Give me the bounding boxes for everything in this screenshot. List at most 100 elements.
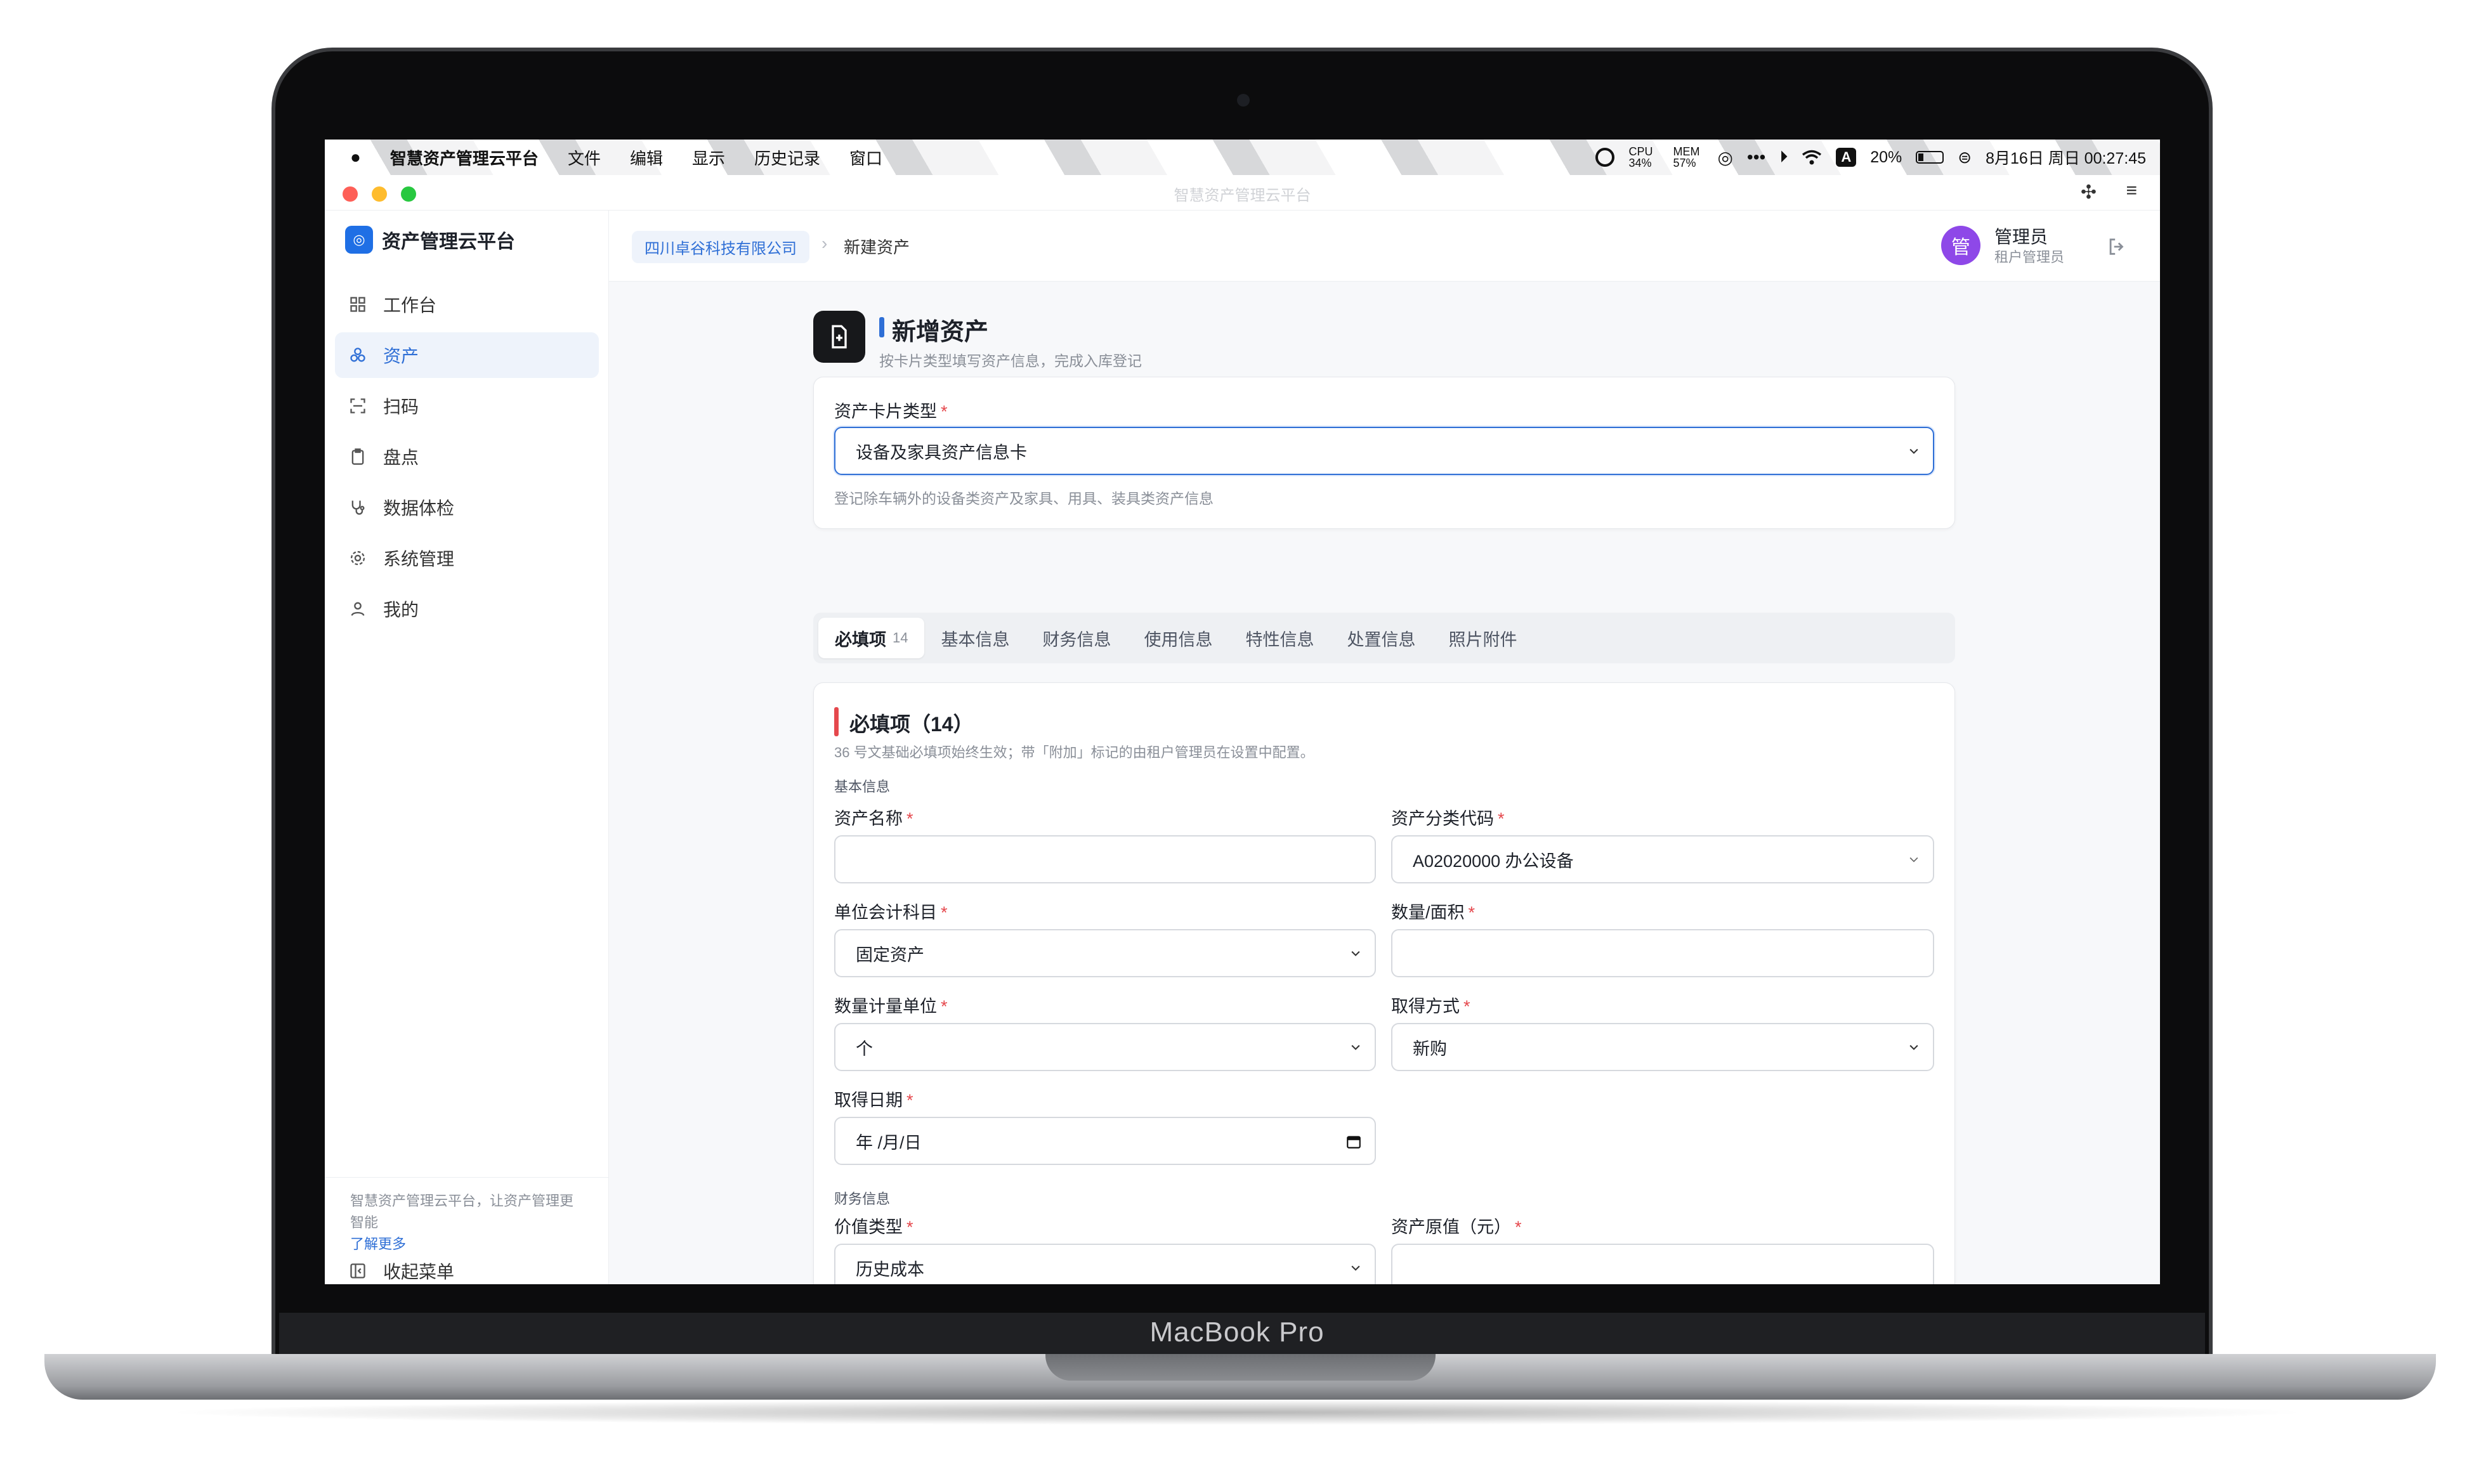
breadcrumb-current: 新建资产 (844, 238, 910, 257)
menubar-clock[interactable]: 8月16日 周日 00:27:45 (1986, 146, 2146, 169)
original-value-input[interactable] (1391, 1244, 1934, 1284)
acquire-method-select[interactable]: 新购 (1391, 1023, 1934, 1071)
chevron-right-icon: › (821, 233, 828, 253)
tab-finance[interactable]: 财务信息 (1026, 618, 1127, 658)
group-basic-label: 基本信息 (834, 779, 891, 795)
sidebar-item-label: 系统管理 (383, 549, 455, 569)
input-method-indicator[interactable]: A (1836, 148, 1857, 167)
asset-name-input[interactable] (834, 835, 1376, 883)
sidebar-item-label: 资产 (383, 346, 419, 366)
asset-name-label: 资产名称 * (834, 809, 913, 828)
mem-readout[interactable]: MEM 57% (1673, 146, 1703, 169)
sidebar-item-label: 工作台 (383, 296, 437, 315)
tab-attachments[interactable]: 照片附件 (1432, 618, 1533, 658)
top-header: 四川卓谷科技有限公司 › 新建资产 管 管理员 租户管理员 (609, 211, 2160, 282)
new-document-icon (813, 311, 865, 363)
card-type-value: 设备及家具资产信息卡 (856, 443, 1027, 462)
battery-percent: 20% (1870, 148, 1902, 166)
sidebar-brand: 资产管理云平台 (382, 231, 515, 252)
window-title: 智慧资产管理云平台 (1174, 187, 1311, 204)
group-finance-label: 财务信息 (834, 1191, 891, 1207)
section-note: 36 号文基础必填项始终生效；带「附加」标记的由租户管理员在设置中配置。 (834, 745, 1314, 760)
status-icon[interactable] (1595, 148, 1615, 167)
user-role: 租户管理员 (1994, 249, 2065, 265)
user-icon (351, 602, 365, 616)
extensions-icon[interactable]: ✣ (2081, 181, 2097, 204)
control-center-icon[interactable]: ⊜ (1958, 148, 1972, 167)
card-type-hint: 登记除车辆外的设备类资产及家具、用具、装具类资产信息 (834, 490, 1214, 507)
quantity-area-input[interactable] (1391, 929, 1934, 977)
menu-file[interactable]: 文件 (568, 146, 601, 169)
sidebar-item-scan[interactable]: 扫码 (335, 383, 599, 429)
screen: ● 智慧资产管理云平台 文件 编辑 显示 历史记录 窗口 CPU 34% MEM… (325, 140, 2160, 1284)
tab-required[interactable]: 必填项 14 (818, 618, 925, 658)
breadcrumb-org[interactable]: 四川卓谷科技有限公司 (632, 231, 809, 263)
apple-icon[interactable]: ● (350, 147, 361, 167)
chevron-down-icon (1351, 951, 1360, 956)
scan-icon (350, 398, 365, 413)
value-type-select[interactable]: 历史成本 (834, 1244, 1376, 1284)
avatar[interactable]: 管 (1941, 226, 1980, 265)
cpu-readout[interactable]: CPU 34% (1628, 146, 1659, 169)
collapse-menu-label: 收起菜单 (383, 1262, 455, 1282)
sidebar-item-assets[interactable]: 资产 (335, 332, 599, 378)
page-subtitle: 按卡片类型填写资产信息，完成入库登记 (879, 353, 1142, 369)
collapse-menu-button[interactable]: 收起菜单 (349, 1258, 454, 1284)
acquire-method-value: 新购 (1413, 1039, 1447, 1058)
sidebar-item-workbench[interactable]: 工作台 (335, 282, 599, 327)
user-name[interactable]: 管理员 (1994, 223, 2048, 249)
menu-lines-icon[interactable]: ≡ (2126, 180, 2137, 202)
app-window: 智慧资产管理云平台 ✣ ≡ ◎ 资产管理云平台 工作台 资产 扫码 盘点 数据体… (325, 175, 2160, 1284)
sidebar-footer-text: 智慧资产管理云平台，让资产管理更智能 (350, 1193, 574, 1230)
app-logo-icon: ◎ (345, 226, 373, 254)
menu-window[interactable]: 窗口 (849, 146, 882, 169)
tab-usage[interactable]: 使用信息 (1127, 618, 1229, 658)
assets-icon (350, 348, 365, 362)
section-title: 必填项（14） (849, 713, 974, 736)
tab-basic[interactable]: 基本信息 (924, 618, 1026, 658)
page-title: 新增资产 (892, 319, 989, 346)
learn-more-link[interactable]: 了解更多 (350, 1236, 406, 1252)
wifi-icon[interactable] (1802, 149, 1822, 166)
menu-edit[interactable]: 编辑 (630, 146, 663, 169)
laptop-notch (1045, 1354, 1436, 1381)
sidebar-item-label: 盘点 (383, 448, 419, 467)
sidebar-item-label: 数据体检 (383, 498, 455, 518)
value-type-label: 价值类型 * (834, 1218, 913, 1237)
battery-icon[interactable] (1916, 151, 1944, 164)
chevron-down-icon (1351, 1045, 1360, 1050)
card-type-label: 资产卡片类型 * (834, 402, 948, 421)
menu-app-name[interactable]: 智慧资产管理云平台 (390, 146, 539, 169)
menu-history[interactable]: 历史记录 (754, 146, 820, 169)
chevron-down-icon (1909, 448, 1918, 454)
sidebar-item-system[interactable]: 系统管理 (335, 535, 599, 581)
sidebar-footer: 智慧资产管理云平台，让资产管理更智能 了解更多 (325, 1177, 609, 1268)
sidebar-item-mine[interactable]: 我的 (335, 586, 599, 632)
more-icon[interactable]: ••• (1747, 147, 1765, 167)
card-type-select[interactable]: 设备及家具资产信息卡 (834, 427, 1934, 475)
tab-disposal[interactable]: 处置信息 (1330, 618, 1432, 658)
category-code-label: 资产分类代码 * (1391, 809, 1505, 828)
main-content: 新增资产 按卡片类型填写资产信息，完成入库登记 资产卡片类型 * 设备及家具资产信… (609, 282, 2160, 1284)
account-subject-select[interactable]: 固定资产 (834, 929, 1376, 977)
calendar-icon[interactable] (1345, 1133, 1362, 1150)
menu-view[interactable]: 显示 (692, 146, 725, 169)
sidebar-item-inventory[interactable]: 盘点 (335, 434, 599, 479)
dashboard-icon (350, 297, 365, 312)
sidebar-item-data-check[interactable]: 数据体检 (335, 485, 599, 530)
unit-select[interactable]: 个 (834, 1023, 1376, 1071)
sidebar-item-label: 扫码 (383, 397, 419, 417)
account-subject-value: 固定资产 (856, 945, 924, 965)
clipboard-icon (351, 448, 364, 465)
sidebar-item-label: 我的 (383, 600, 419, 620)
play-icon[interactable]: ⏵ (1779, 147, 1788, 167)
category-code-select[interactable]: A02020000 办公设备 (1391, 835, 1934, 883)
section-tabs: 必填项 14 基本信息 财务信息 使用信息 特性信息 处置信息 照片附件 (813, 613, 1955, 663)
logout-icon[interactable] (2106, 236, 2128, 257)
window-titlebar: 智慧资产管理云平台 ✣ ≡ (325, 175, 2160, 211)
acquire-date-input[interactable]: 年 /月/日 (834, 1117, 1376, 1165)
tab-feature[interactable]: 特性信息 (1229, 618, 1330, 658)
card-type-panel: 资产卡片类型 * 设备及家具资产信息卡 登记除车辆外的设备类资产及家具、用具、装具… (813, 377, 1955, 529)
chevron-down-icon (1351, 1265, 1360, 1271)
wechat-icon[interactable]: ◎ (1717, 147, 1732, 168)
